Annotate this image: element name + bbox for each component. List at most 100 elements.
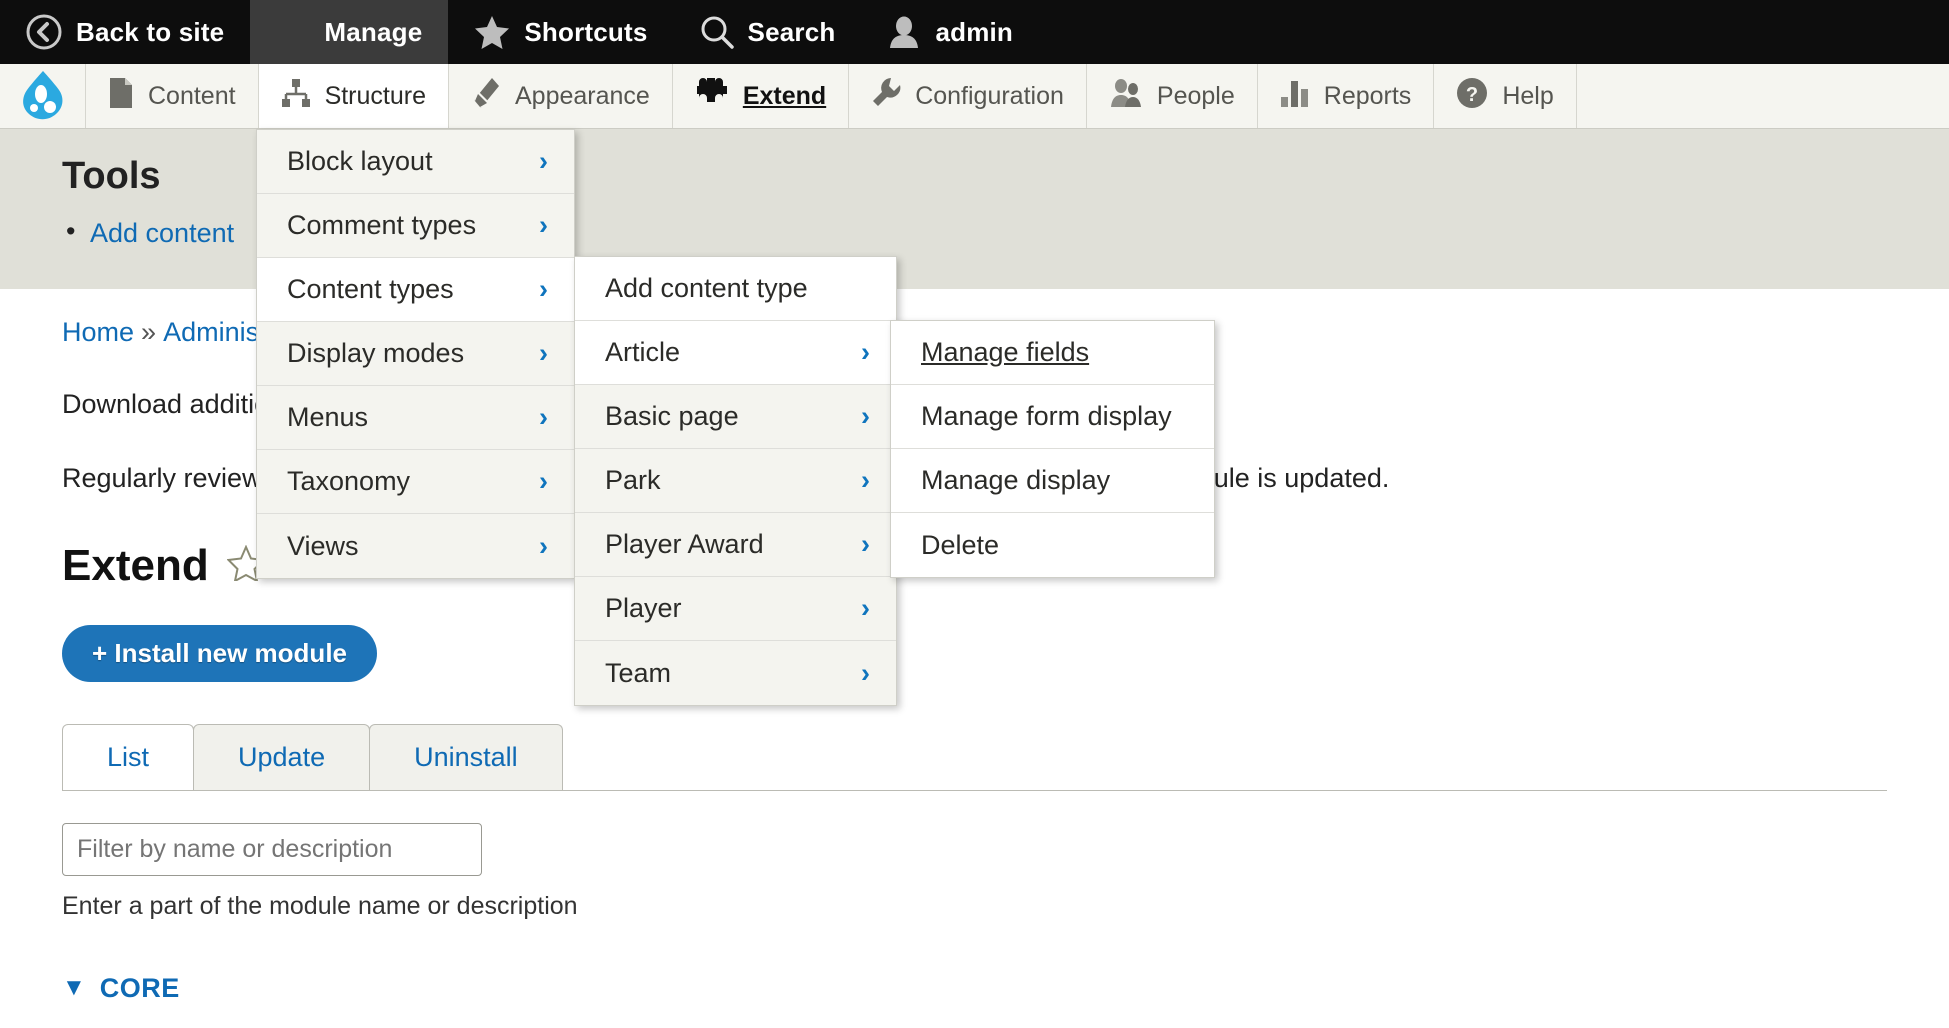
toolbar-item-shortcuts[interactable]: Shortcuts <box>448 0 673 64</box>
chevron-right-icon: › <box>861 529 870 559</box>
menu-item-article[interactable]: Article › <box>575 321 896 385</box>
menu-item-block-layout[interactable]: Block layout › <box>257 130 574 194</box>
menu-article: Manage fields Manage form display Manage… <box>890 320 1215 578</box>
chevron-down-icon: ▼ <box>62 974 86 1002</box>
menu-item-label: Park <box>605 465 661 495</box>
menu-item-manage-form-display[interactable]: Manage form display <box>891 385 1214 449</box>
tray-label-structure: Structure <box>324 81 426 110</box>
menu-item-manage-display[interactable]: Manage display <box>891 449 1214 513</box>
menu-item-label: Manage fields <box>921 337 1090 367</box>
drupal-logo-icon[interactable] <box>0 64 85 128</box>
sitemap-icon <box>281 78 311 115</box>
menu-item-basic-page[interactable]: Basic page › <box>575 385 896 449</box>
chevron-right-icon: › <box>861 657 870 688</box>
module-filter-input[interactable] <box>62 822 482 876</box>
menu-item-team[interactable]: Team › <box>575 641 896 705</box>
tray-label-help: Help <box>1502 81 1554 110</box>
user-icon <box>887 15 921 49</box>
chevron-right-icon: › <box>861 337 870 367</box>
module-tabs: List Update Uninstall <box>62 723 1887 790</box>
chevron-right-icon: › <box>861 465 870 495</box>
tray-item-content[interactable]: Content <box>85 64 258 128</box>
menu-item-label: Delete <box>921 529 1000 560</box>
menu-item-label: Taxonomy <box>287 466 411 496</box>
tray-item-reports[interactable]: Reports <box>1256 64 1434 128</box>
menu-item-label: Player Award <box>605 529 764 559</box>
menu-item-label: Player <box>605 593 682 623</box>
chevron-right-icon: › <box>539 274 548 304</box>
menu-item-content-types[interactable]: Content types › <box>257 258 574 322</box>
menu-item-menus[interactable]: Menus › <box>257 386 574 450</box>
tray-label-people: People <box>1156 81 1235 110</box>
chevron-right-icon: › <box>539 210 548 240</box>
menu-structure: Block layout › Comment types › Content t… <box>256 129 575 579</box>
menu-item-display-modes[interactable]: Display modes › <box>257 322 574 386</box>
toolbar-label-back-to-site: Back to site <box>76 16 225 47</box>
svg-text:?: ? <box>1466 84 1478 106</box>
menu-item-comment-types[interactable]: Comment types › <box>257 194 574 258</box>
menu-item-player-award[interactable]: Player Award › <box>575 513 896 577</box>
core-section-label: CORE <box>99 972 180 1003</box>
chevron-right-icon: › <box>861 593 870 623</box>
menu-content-types: Add content type Article › Basic page › … <box>574 256 897 706</box>
tabs-underline <box>62 789 1887 791</box>
puzzle-icon <box>695 77 729 116</box>
tab-list[interactable]: List <box>62 723 195 790</box>
menu-item-delete[interactable]: Delete <box>891 513 1214 577</box>
toolbar-item-user-account[interactable]: admin <box>861 0 1039 64</box>
menu-item-label: Article <box>605 337 681 367</box>
tray-item-help[interactable]: ? Help <box>1433 64 1575 128</box>
menu-item-taxonomy[interactable]: Taxonomy › <box>257 450 574 514</box>
chevron-right-icon: › <box>539 466 548 496</box>
tab-uninstall[interactable]: Uninstall <box>369 723 563 790</box>
toolbar-item-back-to-site[interactable]: Back to site <box>0 0 250 64</box>
wrench-icon <box>871 77 901 116</box>
menu-item-views[interactable]: Views › <box>257 514 574 578</box>
toolbar-label-username: admin <box>935 16 1014 47</box>
tab-update[interactable]: Update <box>193 723 371 790</box>
tray-label-appearance: Appearance <box>515 81 650 110</box>
chevron-right-icon: › <box>539 530 548 561</box>
menu-item-label: Basic page <box>605 401 739 431</box>
tray-item-appearance[interactable]: Appearance <box>448 64 672 128</box>
hamburger-icon <box>276 18 310 46</box>
breadcrumb-link-home[interactable]: Home <box>62 317 134 347</box>
tray-item-structure[interactable]: Structure <box>257 64 448 128</box>
tray-label-extend: Extend <box>742 81 827 110</box>
toolbar-label-manage: Manage <box>324 16 423 47</box>
module-filter-description: Enter a part of the module name or descr… <box>62 891 578 920</box>
menu-item-label: Display modes <box>287 338 465 368</box>
admin-menu-tray: Content Structure Appearance Extend Conf… <box>0 64 1949 129</box>
install-new-module-button[interactable]: + Install new module <box>62 624 377 682</box>
menu-item-label: Comment types <box>287 210 477 240</box>
menu-item-label: Views <box>287 530 359 561</box>
toolbar-label-search: Search <box>747 16 836 47</box>
star-icon <box>474 15 510 49</box>
menu-item-label: Team <box>605 657 672 688</box>
menu-item-manage-fields[interactable]: Manage fields <box>891 321 1214 385</box>
bar-chart-icon <box>1280 78 1310 115</box>
core-section-header[interactable]: ▼ CORE <box>62 973 1887 1004</box>
menu-item-add-content-type[interactable]: Add content type <box>575 257 896 321</box>
tray-label-configuration: Configuration <box>915 81 1064 110</box>
toolbar-item-manage[interactable]: Manage <box>250 0 449 64</box>
menu-item-label: Menus <box>287 402 369 432</box>
search-icon <box>700 15 734 49</box>
admin-toolbar: Back to site Manage Shortcuts Search adm… <box>0 0 1949 64</box>
menu-item-label: Manage form display <box>921 401 1172 431</box>
people-icon <box>1109 78 1143 115</box>
toolbar-label-shortcuts: Shortcuts <box>524 16 648 47</box>
menu-item-park[interactable]: Park › <box>575 449 896 513</box>
tray-item-extend[interactable]: Extend <box>671 64 848 128</box>
menu-item-label: Manage display <box>921 465 1111 495</box>
chevron-right-icon: › <box>539 402 548 432</box>
tray-item-configuration[interactable]: Configuration <box>848 64 1086 128</box>
menu-item-player[interactable]: Player › <box>575 577 896 641</box>
question-mark-icon: ? <box>1456 77 1488 116</box>
tray-spacer <box>1575 64 1949 128</box>
chevron-right-icon: › <box>861 401 870 431</box>
tray-item-people[interactable]: People <box>1085 64 1257 128</box>
toolbar-item-search[interactable]: Search <box>674 0 862 64</box>
menu-item-label: Block layout <box>287 146 433 176</box>
tools-link-add-content[interactable]: Add content <box>90 218 234 248</box>
